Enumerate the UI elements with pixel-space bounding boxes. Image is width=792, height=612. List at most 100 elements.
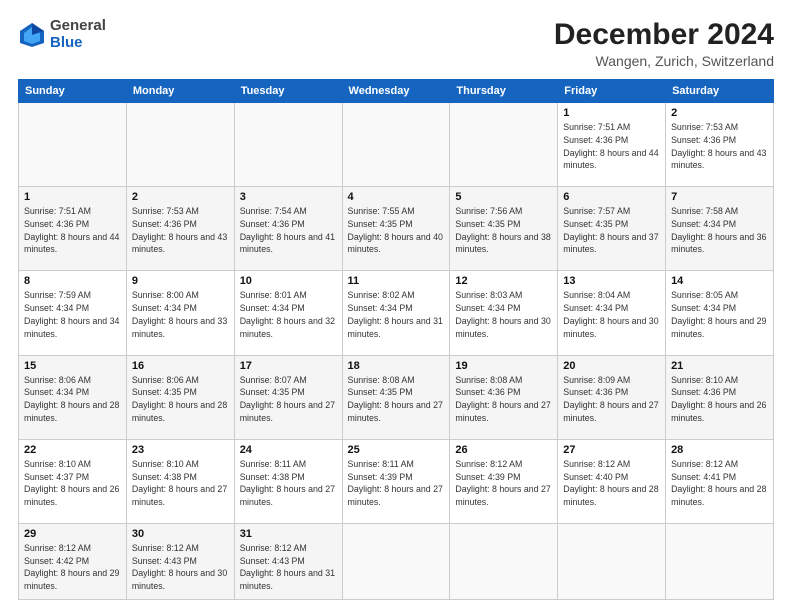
calendar: Sunday Monday Tuesday Wednesday Thursday… [18, 79, 774, 600]
table-row [450, 523, 558, 599]
day-info: Sunrise: 7:56 AMSunset: 4:35 PMDaylight:… [455, 205, 552, 256]
table-row: 28Sunrise: 8:12 AMSunset: 4:41 PMDayligh… [666, 439, 774, 523]
logo-icon [18, 21, 46, 49]
month-title: December 2024 [554, 18, 774, 51]
day-info: Sunrise: 7:59 AMSunset: 4:34 PMDaylight:… [24, 289, 121, 340]
calendar-week-row: 8Sunrise: 7:59 AMSunset: 4:34 PMDaylight… [19, 271, 774, 355]
logo-blue-text: Blue [50, 34, 83, 51]
day-number: 28 [671, 444, 768, 456]
day-number: 25 [348, 444, 445, 456]
day-info: Sunrise: 8:12 AMSunset: 4:42 PMDaylight:… [24, 542, 121, 593]
col-monday: Monday [126, 80, 234, 103]
day-info: Sunrise: 8:11 AMSunset: 4:38 PMDaylight:… [240, 458, 337, 509]
table-row: 26 Sunrise: 8:12 AMSunset: 4:39 PMDayligh… [450, 439, 558, 523]
table-row: 17 Sunrise: 8:07 AMSunset: 4:35 PMDayligh… [234, 355, 342, 439]
day-number: 31 [240, 528, 337, 540]
day-number: 24 [240, 444, 337, 456]
day-info: Sunrise: 8:06 AMSunset: 4:35 PMDaylight:… [132, 374, 229, 425]
table-row: 24 Sunrise: 8:11 AMSunset: 4:38 PMDayligh… [234, 439, 342, 523]
table-row: 4 Sunrise: 7:55 AMSunset: 4:35 PMDaylight… [342, 187, 450, 271]
table-row: 22 Sunrise: 8:10 AMSunset: 4:37 PMDayligh… [19, 439, 127, 523]
day-number: 15 [24, 360, 121, 372]
day-info: Sunrise: 8:12 AMSunset: 4:39 PMDaylight:… [455, 458, 552, 509]
day-info: Sunrise: 8:03 AMSunset: 4:34 PMDaylight:… [455, 289, 552, 340]
table-row: 7 Sunrise: 7:58 AMSunset: 4:34 PMDaylight… [666, 187, 774, 271]
day-info: Sunrise: 7:51 AMSunset: 4:36 PMDaylight:… [24, 205, 121, 256]
table-row: 16 Sunrise: 8:06 AMSunset: 4:35 PMDayligh… [126, 355, 234, 439]
day-number: 7 [671, 191, 768, 203]
table-row: 13Sunrise: 8:04 AMSunset: 4:34 PMDayligh… [558, 271, 666, 355]
day-info: Sunrise: 8:04 AMSunset: 4:34 PMDaylight:… [563, 289, 660, 340]
logo-text: General Blue [50, 18, 106, 51]
calendar-week-row: 1 Sunrise: 7:51 AMSunset: 4:36 PMDaylight… [19, 187, 774, 271]
day-number: 1 [24, 191, 121, 203]
location: Wangen, Zurich, Switzerland [554, 53, 774, 69]
table-row [450, 103, 558, 187]
day-info: Sunrise: 7:57 AMSunset: 4:35 PMDaylight:… [563, 205, 660, 256]
day-number: 14 [671, 275, 768, 287]
logo-general-text: General [50, 17, 106, 34]
day-info: Sunrise: 7:53 AMSunset: 4:36 PMDaylight:… [671, 121, 768, 172]
table-row [126, 103, 234, 187]
day-number: 18 [348, 360, 445, 372]
day-info: Sunrise: 8:09 AMSunset: 4:36 PMDaylight:… [563, 374, 660, 425]
day-number: 22 [24, 444, 121, 456]
calendar-header-row: Sunday Monday Tuesday Wednesday Thursday… [19, 80, 774, 103]
table-row: 6 Sunrise: 7:57 AMSunset: 4:35 PMDaylight… [558, 187, 666, 271]
table-row: 11Sunrise: 8:02 AMSunset: 4:34 PMDayligh… [342, 271, 450, 355]
table-row [342, 523, 450, 599]
table-row: 23 Sunrise: 8:10 AMSunset: 4:38 PMDayligh… [126, 439, 234, 523]
table-row: 1Sunrise: 7:51 AMSunset: 4:36 PMDaylight… [558, 103, 666, 187]
col-thursday: Thursday [450, 80, 558, 103]
day-info: Sunrise: 8:00 AMSunset: 4:34 PMDaylight:… [132, 289, 229, 340]
day-info: Sunrise: 8:06 AMSunset: 4:34 PMDaylight:… [24, 374, 121, 425]
day-info: Sunrise: 7:54 AMSunset: 4:36 PMDaylight:… [240, 205, 337, 256]
day-info: Sunrise: 8:02 AMSunset: 4:34 PMDaylight:… [348, 289, 445, 340]
day-info: Sunrise: 8:07 AMSunset: 4:35 PMDaylight:… [240, 374, 337, 425]
calendar-week-row: 22 Sunrise: 8:10 AMSunset: 4:37 PMDayligh… [19, 439, 774, 523]
day-info: Sunrise: 8:12 AMSunset: 4:40 PMDaylight:… [563, 458, 660, 509]
day-info: Sunrise: 8:10 AMSunset: 4:38 PMDaylight:… [132, 458, 229, 509]
day-info: Sunrise: 8:01 AMSunset: 4:34 PMDaylight:… [240, 289, 337, 340]
table-row: 8Sunrise: 7:59 AMSunset: 4:34 PMDaylight… [19, 271, 127, 355]
day-number: 16 [132, 360, 229, 372]
table-row: 21Sunrise: 8:10 AMSunset: 4:36 PMDayligh… [666, 355, 774, 439]
day-number: 1 [563, 107, 660, 119]
day-info: Sunrise: 8:11 AMSunset: 4:39 PMDaylight:… [348, 458, 445, 509]
day-info: Sunrise: 8:10 AMSunset: 4:37 PMDaylight:… [24, 458, 121, 509]
table-row: 18 Sunrise: 8:08 AMSunset: 4:35 PMDayligh… [342, 355, 450, 439]
day-info: Sunrise: 8:12 AMSunset: 4:43 PMDaylight:… [132, 542, 229, 593]
table-row [558, 523, 666, 599]
day-number: 2 [132, 191, 229, 203]
col-sunday: Sunday [19, 80, 127, 103]
day-number: 26 [455, 444, 552, 456]
col-wednesday: Wednesday [342, 80, 450, 103]
table-row: 20 Sunrise: 8:09 AMSunset: 4:36 PMDayligh… [558, 355, 666, 439]
day-number: 19 [455, 360, 552, 372]
calendar-week-row: 29Sunrise: 8:12 AMSunset: 4:42 PMDayligh… [19, 523, 774, 599]
table-row: 2Sunrise: 7:53 AMSunset: 4:36 PMDaylight… [666, 103, 774, 187]
day-number: 20 [563, 360, 660, 372]
day-info: Sunrise: 8:05 AMSunset: 4:34 PMDaylight:… [671, 289, 768, 340]
page: General Blue December 2024 Wangen, Zuric… [0, 0, 792, 612]
table-row: 25 Sunrise: 8:11 AMSunset: 4:39 PMDayligh… [342, 439, 450, 523]
logo: General Blue [18, 18, 106, 51]
col-tuesday: Tuesday [234, 80, 342, 103]
day-number: 6 [563, 191, 660, 203]
day-info: Sunrise: 7:53 AMSunset: 4:36 PMDaylight:… [132, 205, 229, 256]
day-info: Sunrise: 7:58 AMSunset: 4:34 PMDaylight:… [671, 205, 768, 256]
table-row: 12Sunrise: 8:03 AMSunset: 4:34 PMDayligh… [450, 271, 558, 355]
table-row: 1 Sunrise: 7:51 AMSunset: 4:36 PMDaylight… [19, 187, 127, 271]
day-number: 17 [240, 360, 337, 372]
day-number: 4 [348, 191, 445, 203]
table-row: 14 Sunrise: 8:05 AMSunset: 4:34 PMDayligh… [666, 271, 774, 355]
day-info: Sunrise: 8:10 AMSunset: 4:36 PMDaylight:… [671, 374, 768, 425]
table-row [342, 103, 450, 187]
table-row: 30Sunrise: 8:12 AMSunset: 4:43 PMDayligh… [126, 523, 234, 599]
day-number: 23 [132, 444, 229, 456]
table-row: 27Sunrise: 8:12 AMSunset: 4:40 PMDayligh… [558, 439, 666, 523]
day-info: Sunrise: 7:55 AMSunset: 4:35 PMDaylight:… [348, 205, 445, 256]
table-row [666, 523, 774, 599]
day-info: Sunrise: 8:08 AMSunset: 4:35 PMDaylight:… [348, 374, 445, 425]
table-row: 9Sunrise: 8:00 AMSunset: 4:34 PMDaylight… [126, 271, 234, 355]
